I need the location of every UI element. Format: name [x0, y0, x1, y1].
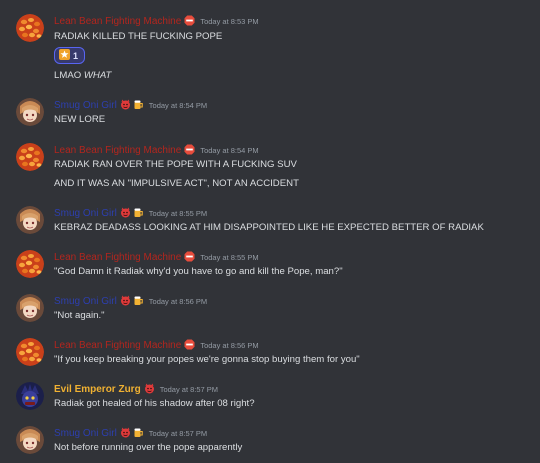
- username[interactable]: Smug Oni Girl: [54, 207, 117, 221]
- message-text: "Not again.": [54, 310, 105, 321]
- star-icon: [59, 47, 70, 65]
- role-badges: [120, 293, 146, 311]
- timestamp[interactable]: Today at 8:54 PM: [200, 144, 258, 158]
- devil-icon: [120, 293, 131, 311]
- username[interactable]: Evil Emperor Zurg: [54, 383, 141, 397]
- stop-sign-badge-icon: [184, 13, 195, 31]
- avatar-evil-emperor-zurg[interactable]: [16, 382, 44, 410]
- message-header: Smug Oni Girl: [54, 426, 207, 442]
- timestamp[interactable]: Today at 8:57 PM: [160, 383, 218, 397]
- message-text: RADIAK RAN OVER THE POPE WITH A FUCKING …: [54, 159, 297, 170]
- avatar-smug-oni[interactable]: [16, 98, 44, 126]
- beer-icon: [133, 293, 144, 311]
- role-badges: [184, 13, 197, 31]
- message-header: Lean Bean Fighting Machine Today at 8:55…: [54, 250, 259, 266]
- username[interactable]: Smug Oni Girl: [54, 99, 117, 113]
- reaction-button[interactable]: 1: [54, 47, 86, 65]
- username[interactable]: Lean Bean Fighting Machine: [54, 144, 181, 158]
- timestamp[interactable]: Today at 8:56 PM: [200, 339, 258, 353]
- timestamp[interactable]: Today at 8:55 PM: [200, 251, 258, 265]
- timestamp[interactable]: Today at 8:55 PM: [149, 207, 207, 221]
- message-text-plain: LMAO: [54, 70, 84, 81]
- message-header: Smug Oni Girl: [54, 98, 207, 114]
- message-text: NEW LORE: [54, 114, 106, 125]
- timestamp[interactable]: Today at 8:53 PM: [200, 15, 258, 29]
- message-text: LMAO WHAT: [54, 69, 111, 82]
- timestamp[interactable]: Today at 8:54 PM: [149, 99, 207, 113]
- message-text-italic: WHAT: [83, 70, 112, 81]
- timestamp[interactable]: Today at 8:56 PM: [149, 295, 207, 309]
- username[interactable]: Lean Bean Fighting Machine: [54, 251, 181, 265]
- timestamp[interactable]: Today at 8:57 PM: [149, 427, 207, 441]
- message-text: "If you keep breaking your popes we're g…: [54, 354, 360, 365]
- message-header: Lean Bean Fighting Machine Today at 8:53…: [54, 14, 259, 30]
- username[interactable]: Smug Oni Girl: [54, 427, 117, 441]
- role-badges: [120, 97, 146, 115]
- avatar-smug-oni[interactable]: [16, 294, 44, 322]
- beer-icon: [133, 97, 144, 115]
- message-text: "God Damn it Radiak why'd you have to go…: [54, 266, 343, 277]
- avatar-smug-oni[interactable]: [16, 426, 44, 454]
- avatar-lean-bean[interactable]: [16, 14, 44, 42]
- devil-icon: [120, 97, 131, 115]
- chat-message-list: Lean Bean Fighting Machine Today at 8:53…: [0, 0, 540, 463]
- reaction-count: 1: [73, 50, 79, 61]
- username[interactable]: Smug Oni Girl: [54, 295, 117, 309]
- avatar-smug-oni[interactable]: [16, 206, 44, 234]
- message-header: Smug Oni Girl: [54, 294, 207, 310]
- avatar-lean-bean[interactable]: [16, 143, 44, 171]
- message-header: Smug Oni Girl: [54, 206, 207, 222]
- message-header: Evil Emperor Zurg Today at 8:57 PM: [54, 382, 218, 398]
- username[interactable]: Lean Bean Fighting Machine: [54, 15, 181, 29]
- message-header: Lean Bean Fighting Machine Today at 8:54…: [54, 143, 259, 159]
- message-text: AND IT WAS AN "IMPULSIVE ACT", NOT AN AC…: [54, 178, 299, 189]
- message-text: Not before running over the pope apparen…: [54, 442, 243, 453]
- avatar-lean-bean[interactable]: [16, 338, 44, 366]
- username[interactable]: Lean Bean Fighting Machine: [54, 339, 181, 353]
- message-header: Lean Bean Fighting Machine Today at 8:56…: [54, 338, 259, 354]
- avatar-lean-bean[interactable]: [16, 250, 44, 278]
- message-text: Radiak got healed of his shadow after 08…: [54, 398, 255, 409]
- message-text: KEBRAZ DEADASS LOOKING AT HIM DISAPPOINT…: [54, 222, 484, 233]
- message-text: RADIAK KILLED THE FUCKING POPE: [54, 31, 223, 42]
